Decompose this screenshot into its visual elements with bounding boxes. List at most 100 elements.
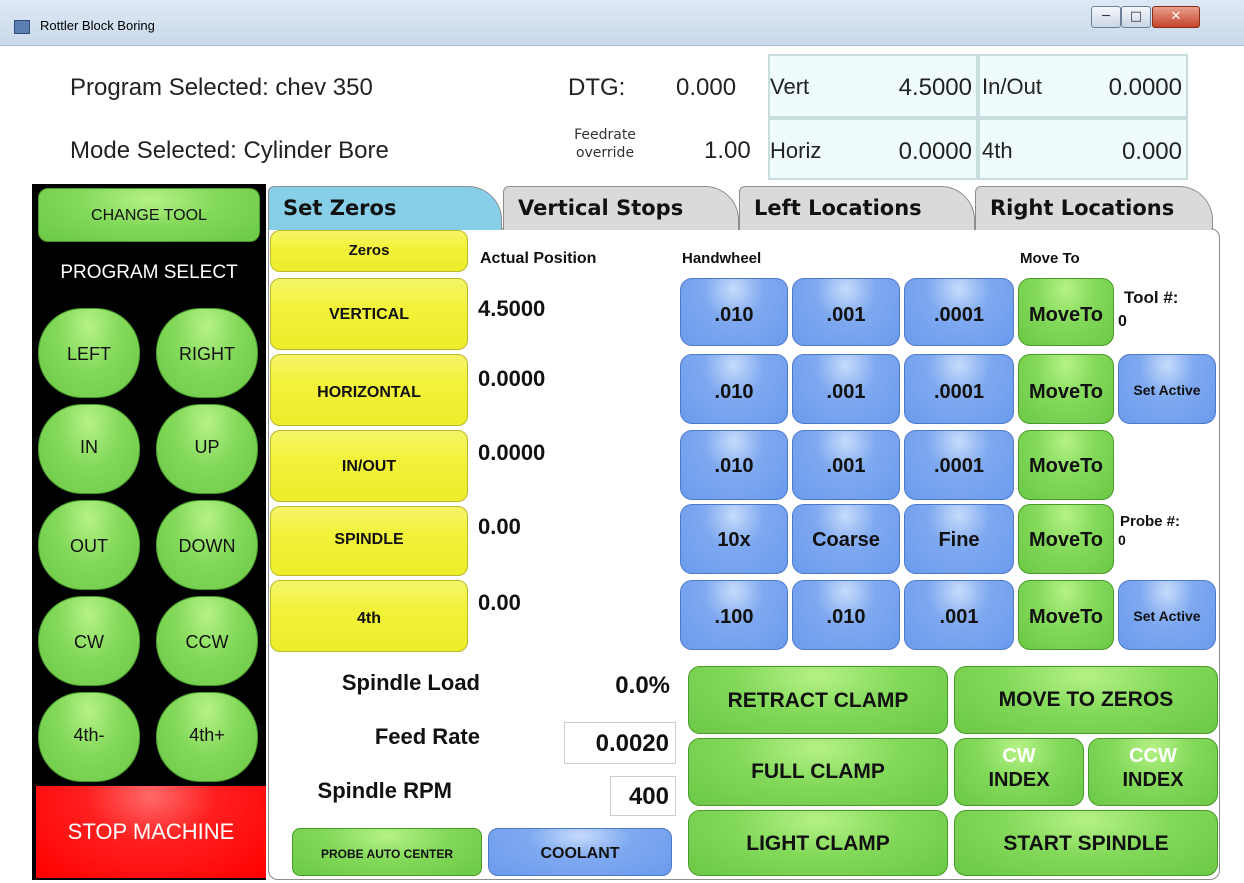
feed-rate-label: Feed Rate [374,724,480,749]
tab-left-locations[interactable]: Left Locations [739,186,975,230]
start-spindle-button[interactable]: START SPINDLE [954,810,1218,876]
zero-4th-button[interactable]: 4th [270,580,468,652]
jog-4th-plus-button[interactable]: 4th+ [156,692,258,782]
handwheel-inout-medium[interactable]: .001 [792,430,900,500]
axis-label-inout: In/Out [982,74,1042,99]
spindle-load-value: 0.0% [615,672,670,699]
program-select-label: PROGRAM SELECT [60,262,238,283]
set-active-tool-button[interactable]: Set Active [1118,354,1216,424]
handwheel-horizontal-medium[interactable]: .001 [792,354,900,424]
axis-value-horiz: 0.0000 [898,138,972,165]
handwheel-spindle-fine[interactable]: Fine [904,504,1014,574]
axis-label-horiz: Horiz [770,138,822,163]
jog-out-button[interactable]: OUT [38,500,140,590]
zeros-button[interactable]: Zeros [270,230,468,272]
actual-position-spindle: 0.00 [478,514,521,539]
jog-right-button[interactable]: RIGHT [156,308,258,398]
retract-clamp-button[interactable]: RETRACT CLAMP [688,666,948,734]
cw-index-button[interactable]: CW INDEX [954,738,1084,806]
axis-label-fourth: 4th [982,138,1013,163]
handwheel-vertical-fine[interactable]: .0001 [904,278,1014,346]
zero-spindle-button[interactable]: SPINDLE [270,506,468,576]
handwheel-vertical-medium[interactable]: .001 [792,278,900,346]
jog-ccw-button[interactable]: CCW [156,596,258,686]
coolant-button[interactable]: COOLANT [488,828,672,876]
handwheel-inout-fine[interactable]: .0001 [904,430,1014,500]
moveto-4th-button[interactable]: MoveTo [1018,580,1114,650]
handwheel-header: Handwheel [682,250,762,267]
axis-value-vert: 4.5000 [898,74,972,101]
spindle-load-label: Spindle Load [341,670,480,695]
dtg-label: DTG: [568,74,626,101]
jog-left-button[interactable]: LEFT [38,308,140,398]
maximize-button[interactable]: □ [1121,6,1151,28]
zero-inout-button[interactable]: IN/OUT [270,430,468,502]
move-to-zeros-button[interactable]: MOVE TO ZEROS [954,666,1218,734]
change-tool-button[interactable]: CHANGE TOOL [38,188,260,242]
jog-cw-button[interactable]: CW [38,596,140,686]
axis-box-vert: Vert 4.5000 [768,54,978,118]
tab-vertical-stops[interactable]: Vertical Stops [503,186,739,230]
window-titlebar [0,0,1244,46]
moveto-inout-button[interactable]: MoveTo [1018,430,1114,500]
spindle-rpm-label: Spindle RPM [317,778,452,803]
program-selected-text: Program Selected: chev 350 [70,74,373,101]
app-icon [14,20,30,34]
handwheel-spindle-10x[interactable]: 10x [680,504,788,574]
probe-number-label: Probe #: [1120,513,1181,530]
move-to-header: Move To [1020,250,1080,267]
jog-in-button[interactable]: IN [38,404,140,494]
handwheel-horizontal-coarse[interactable]: .010 [680,354,788,424]
handwheel-4th-fine[interactable]: .001 [904,580,1014,650]
feed-rate-value: 0.0020 [564,722,676,764]
probe-auto-center-button[interactable]: PROBE AUTO CENTER [292,828,482,876]
jog-down-button[interactable]: DOWN [156,500,258,590]
axis-box-inout: In/Out 0.0000 [978,54,1188,118]
handwheel-4th-medium[interactable]: .010 [792,580,900,650]
tab-right-locations[interactable]: Right Locations [975,186,1213,230]
moveto-vertical-button[interactable]: MoveTo [1018,278,1114,346]
cw-index-label-bottom: INDEX [988,769,1050,791]
actual-position-vertical: 4.5000 [478,296,546,321]
probe-number-value: 0 [1118,532,1126,548]
jog-4th-minus-button[interactable]: 4th- [38,692,140,782]
actual-position-inout: 0.0000 [478,440,546,465]
dtg-value: 0.000 [676,74,737,101]
handwheel-inout-coarse[interactable]: .010 [680,430,788,500]
handwheel-vertical-coarse[interactable]: .010 [680,278,788,346]
moveto-spindle-button[interactable]: MoveTo [1018,504,1114,574]
set-active-probe-button[interactable]: Set Active [1118,580,1216,650]
axis-box-horiz: Horiz 0.0000 [768,118,978,180]
handwheel-spindle-coarse[interactable]: Coarse [792,504,900,574]
moveto-horizontal-button[interactable]: MoveTo [1018,354,1114,424]
axis-label-vert: Vert [770,74,810,99]
close-button[interactable]: ✕ [1152,6,1200,28]
tool-number-label: Tool #: [1124,288,1179,307]
spindle-rpm-value: 400 [610,776,676,816]
ccw-index-label-top: CCW [1129,745,1177,767]
handwheel-horizontal-fine[interactable]: .0001 [904,354,1014,424]
axis-box-fourth: 4th 0.000 [978,118,1188,180]
ccw-index-button[interactable]: CCW INDEX [1088,738,1218,806]
cw-index-label-top: CW [1002,745,1036,767]
zero-vertical-button[interactable]: VERTICAL [270,278,468,350]
tool-number-value: 0 [1118,313,1127,330]
jog-up-button[interactable]: UP [156,404,258,494]
stop-machine-button[interactable]: STOP MACHINE [36,786,266,878]
light-clamp-button[interactable]: LIGHT CLAMP [688,810,948,876]
axis-value-fourth: 0.000 [1121,138,1182,165]
zero-horizontal-button[interactable]: HORIZONTAL [270,354,468,426]
full-clamp-button[interactable]: FULL CLAMP [688,738,948,806]
handwheel-4th-coarse[interactable]: .100 [680,580,788,650]
feedrate-override-label: Feedrate override [574,127,636,161]
window-title: Rottler Block Boring [40,18,155,33]
actual-position-4th: 0.00 [478,590,521,615]
axis-value-inout: 0.0000 [1108,74,1182,101]
feedrate-override-value: 1.00 [704,137,751,164]
minimize-button[interactable]: ─ [1091,6,1121,28]
tab-set-zeros[interactable]: Set Zeros [268,186,502,230]
actual-position-horizontal: 0.0000 [478,366,546,391]
ccw-index-label-bottom: INDEX [1122,769,1184,791]
actual-position-header: Actual Position [480,250,597,267]
mode-selected-text: Mode Selected: Cylinder Bore [70,137,389,164]
